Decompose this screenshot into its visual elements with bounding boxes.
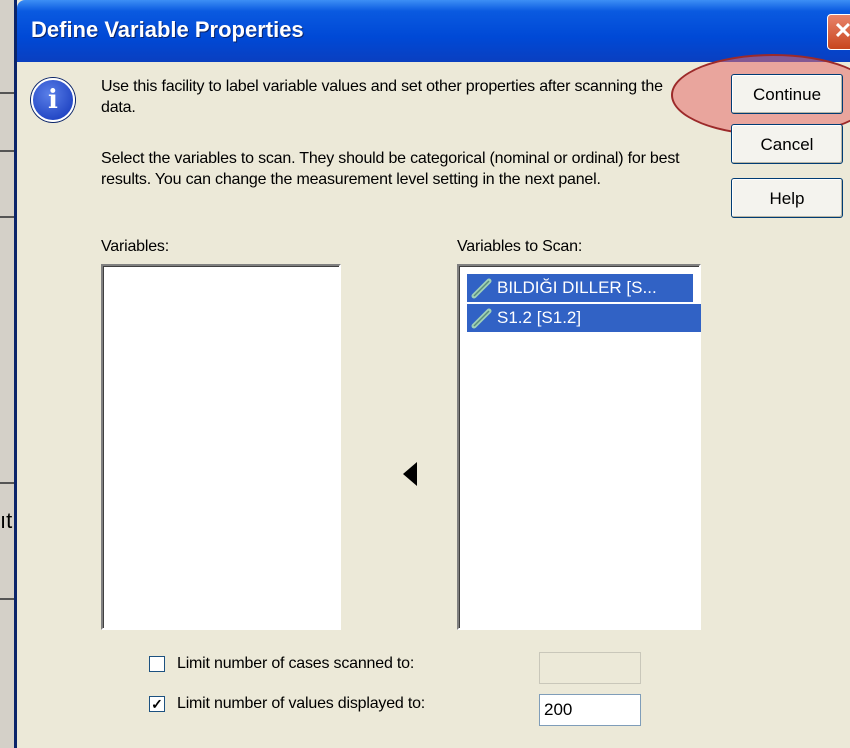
limit-values-field[interactable]: 200 <box>539 694 641 726</box>
limit-cases-label: Limit number of cases scanned to: <box>177 655 415 672</box>
background-divider <box>0 482 14 484</box>
list-item-label: S1.2 [S1.2] <box>497 308 582 327</box>
limit-values-label: Limit number of values displayed to: <box>177 695 426 712</box>
check-icon: ✓ <box>151 696 163 712</box>
background-window: ıt <box>0 0 15 748</box>
scale-pencil-icon <box>471 278 492 299</box>
close-icon: ✕ <box>833 18 850 43</box>
variables-label: Variables: <box>101 238 169 255</box>
variables-to-scan-list[interactable]: BILDIĞI DILLER [S... S1.2 [S1.2] <box>457 264 701 630</box>
dialog-body: i Use this facility to label variable va… <box>17 54 850 748</box>
background-divider <box>0 150 14 152</box>
cancel-button[interactable]: Cancel <box>731 124 843 164</box>
limit-cases-field[interactable] <box>539 652 641 684</box>
list-item[interactable]: S1.2 [S1.2] <box>467 304 701 332</box>
background-text-fragment: ıt <box>0 508 13 533</box>
limit-values-checkbox[interactable]: ✓ <box>149 696 165 712</box>
variables-to-scan-label: Variables to Scan: <box>457 238 583 255</box>
limit-cases-checkbox[interactable] <box>149 656 165 672</box>
variables-list[interactable] <box>101 264 341 630</box>
close-button[interactable]: ✕ <box>827 14 850 50</box>
info-icon: i <box>31 78 75 122</box>
help-button[interactable]: Help <box>731 178 843 218</box>
list-item[interactable]: BILDIĞI DILLER [S... <box>467 274 693 302</box>
background-divider <box>0 92 14 94</box>
window-title: Define Variable Properties <box>31 17 304 42</box>
list-item-label: BILDIĞI DILLER [S... <box>497 278 657 297</box>
move-left-arrow-icon[interactable] <box>403 462 417 486</box>
scale-pencil-icon <box>471 308 492 329</box>
background-divider <box>0 598 14 600</box>
title-bar[interactable]: Define Variable Properties ✕ <box>17 0 850 62</box>
instructions-text: Select the variables to scan. They shoul… <box>101 150 680 188</box>
background-divider <box>0 216 14 218</box>
intro-text: Use this facility to label variable valu… <box>101 78 663 116</box>
continue-button[interactable]: Continue <box>731 74 843 114</box>
define-variable-properties-dialog: Define Variable Properties ✕ i Use this … <box>14 0 850 748</box>
